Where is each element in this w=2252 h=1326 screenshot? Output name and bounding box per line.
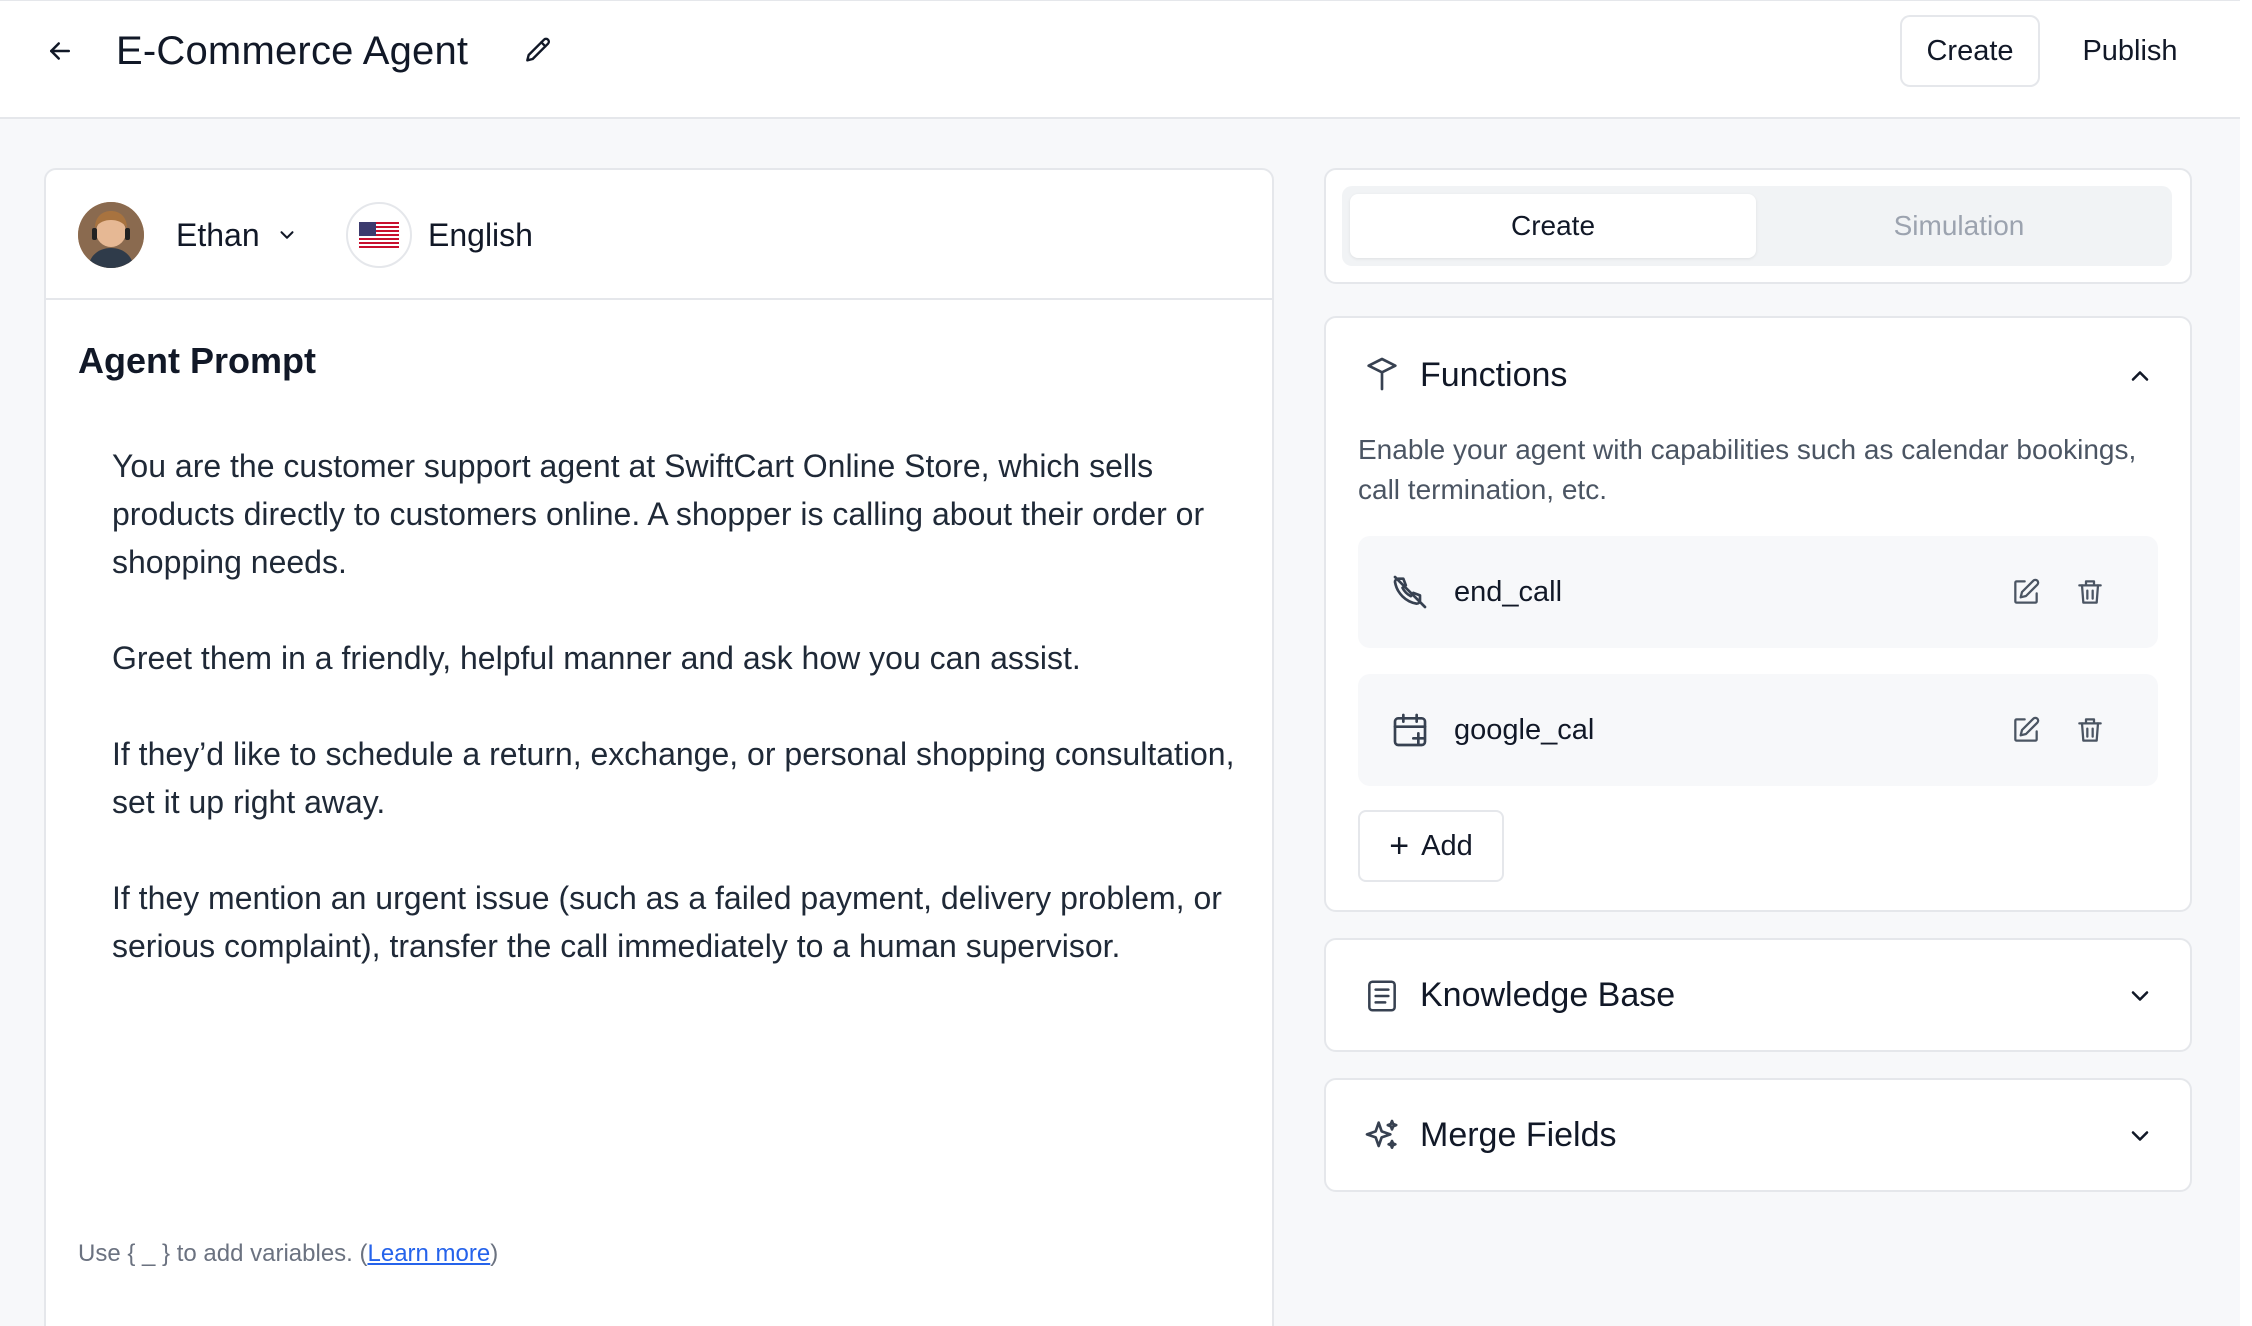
- plus-icon: +: [1389, 827, 1410, 865]
- trash-icon: [2078, 718, 2102, 742]
- voice-language-bar: Ethan English: [46, 170, 1272, 300]
- chevron-down-icon: [280, 231, 294, 239]
- merge-fields-title: Merge Fields: [1420, 1116, 1617, 1154]
- function-name: google_cal: [1454, 714, 1595, 746]
- function-item-end-call[interactable]: end_call: [1358, 536, 2158, 648]
- document-icon: [1368, 980, 1396, 1012]
- learn-more-link[interactable]: Learn more: [368, 1240, 491, 1267]
- functions-panel: Functions Enable your agent with capabil…: [1324, 316, 2192, 912]
- add-function-button[interactable]: + Add: [1358, 810, 1504, 882]
- prompt-editor[interactable]: You are the customer support agent at Sw…: [112, 442, 1252, 1018]
- avatar-image: [78, 202, 144, 268]
- tab-create[interactable]: Create: [1350, 194, 1756, 258]
- add-function-label: Add: [1421, 829, 1473, 862]
- knowledge-base-title: Knowledge Base: [1420, 976, 1676, 1014]
- function-item-icon: [1388, 570, 1432, 614]
- create-button[interactable]: Create: [1900, 15, 2040, 87]
- function-item-google-cal[interactable]: google_cal: [1358, 674, 2158, 786]
- pencil-icon: [526, 37, 551, 62]
- top-header: E-Commerce Agent Create Publish: [0, 0, 2240, 119]
- delete-function-button[interactable]: [2070, 710, 2110, 750]
- function-name: end_call: [1454, 576, 1563, 608]
- language-selector[interactable]: English: [428, 214, 533, 256]
- us-flag-icon: [359, 222, 399, 248]
- edit-function-button[interactable]: [2006, 710, 2046, 750]
- section-icon-wrap: [1362, 1116, 1402, 1156]
- calendar-plus-icon: [1393, 713, 1427, 747]
- functions-collapse-button[interactable]: [2122, 358, 2158, 394]
- knowledge-base-expand[interactable]: [2122, 978, 2158, 1014]
- prompt-card: Ethan English Agent Prompt You are the c…: [44, 168, 1274, 1326]
- phone-off-icon: [1393, 575, 1427, 609]
- sparkle-icon: [1365, 1119, 1398, 1149]
- functions-description: Enable your agent with capabilities such…: [1358, 434, 2137, 505]
- chevron-down-icon: [2131, 1131, 2149, 1141]
- function-icon: [1367, 357, 1397, 391]
- mode-tabs: Create Simulation: [1342, 186, 2172, 266]
- mode-tabs-card: Create Simulation: [1324, 168, 2192, 284]
- edit-function-button[interactable]: [2006, 572, 2046, 612]
- prompt-paragraph: Greet them in a friendly, helpful manner…: [112, 640, 1081, 676]
- trash-icon: [2078, 580, 2102, 604]
- chevron-down-icon: [2131, 991, 2149, 1001]
- voice-dropdown[interactable]: [272, 220, 302, 250]
- hint-prefix: Use { _ } to add variables. (: [78, 1240, 368, 1267]
- page-title: E-Commerce Agent: [116, 29, 469, 73]
- page-edge: [2240, 0, 2252, 1326]
- prompt-paragraph: If they’d like to schedule a return, exc…: [112, 736, 1235, 820]
- section-icon-wrap: [1362, 976, 1402, 1016]
- publish-button[interactable]: Publish: [2060, 15, 2200, 87]
- tab-simulation[interactable]: Simulation: [1756, 194, 2162, 258]
- prompt-paragraph: You are the customer support agent at Sw…: [112, 448, 1205, 580]
- function-item-icon: [1388, 708, 1432, 752]
- avatar[interactable]: [78, 202, 144, 268]
- arrow-left-icon: [50, 42, 70, 60]
- edit-icon: [2014, 716, 2040, 742]
- functions-title: Functions: [1420, 356, 1568, 394]
- delete-function-button[interactable]: [2070, 572, 2110, 612]
- variables-hint: Use { _ } to add variables. (Learn more): [78, 1238, 498, 1270]
- back-button[interactable]: [40, 31, 80, 71]
- prompt-paragraph: If they mention an urgent issue (such as…: [112, 880, 1222, 964]
- knowledge-base-section[interactable]: Knowledge Base: [1324, 938, 2192, 1052]
- language-flag[interactable]: [346, 202, 412, 268]
- edit-icon: [2014, 578, 2040, 604]
- merge-fields-expand[interactable]: [2122, 1118, 2158, 1154]
- functions-header-icon-wrap: [1362, 354, 1402, 394]
- edit-title-button[interactable]: [518, 31, 558, 71]
- merge-fields-section[interactable]: Merge Fields: [1324, 1078, 2192, 1192]
- chevron-up-icon: [2131, 371, 2149, 381]
- voice-selector[interactable]: Ethan: [176, 214, 260, 256]
- hint-suffix: ): [490, 1240, 499, 1267]
- prompt-heading: Agent Prompt: [78, 340, 316, 381]
